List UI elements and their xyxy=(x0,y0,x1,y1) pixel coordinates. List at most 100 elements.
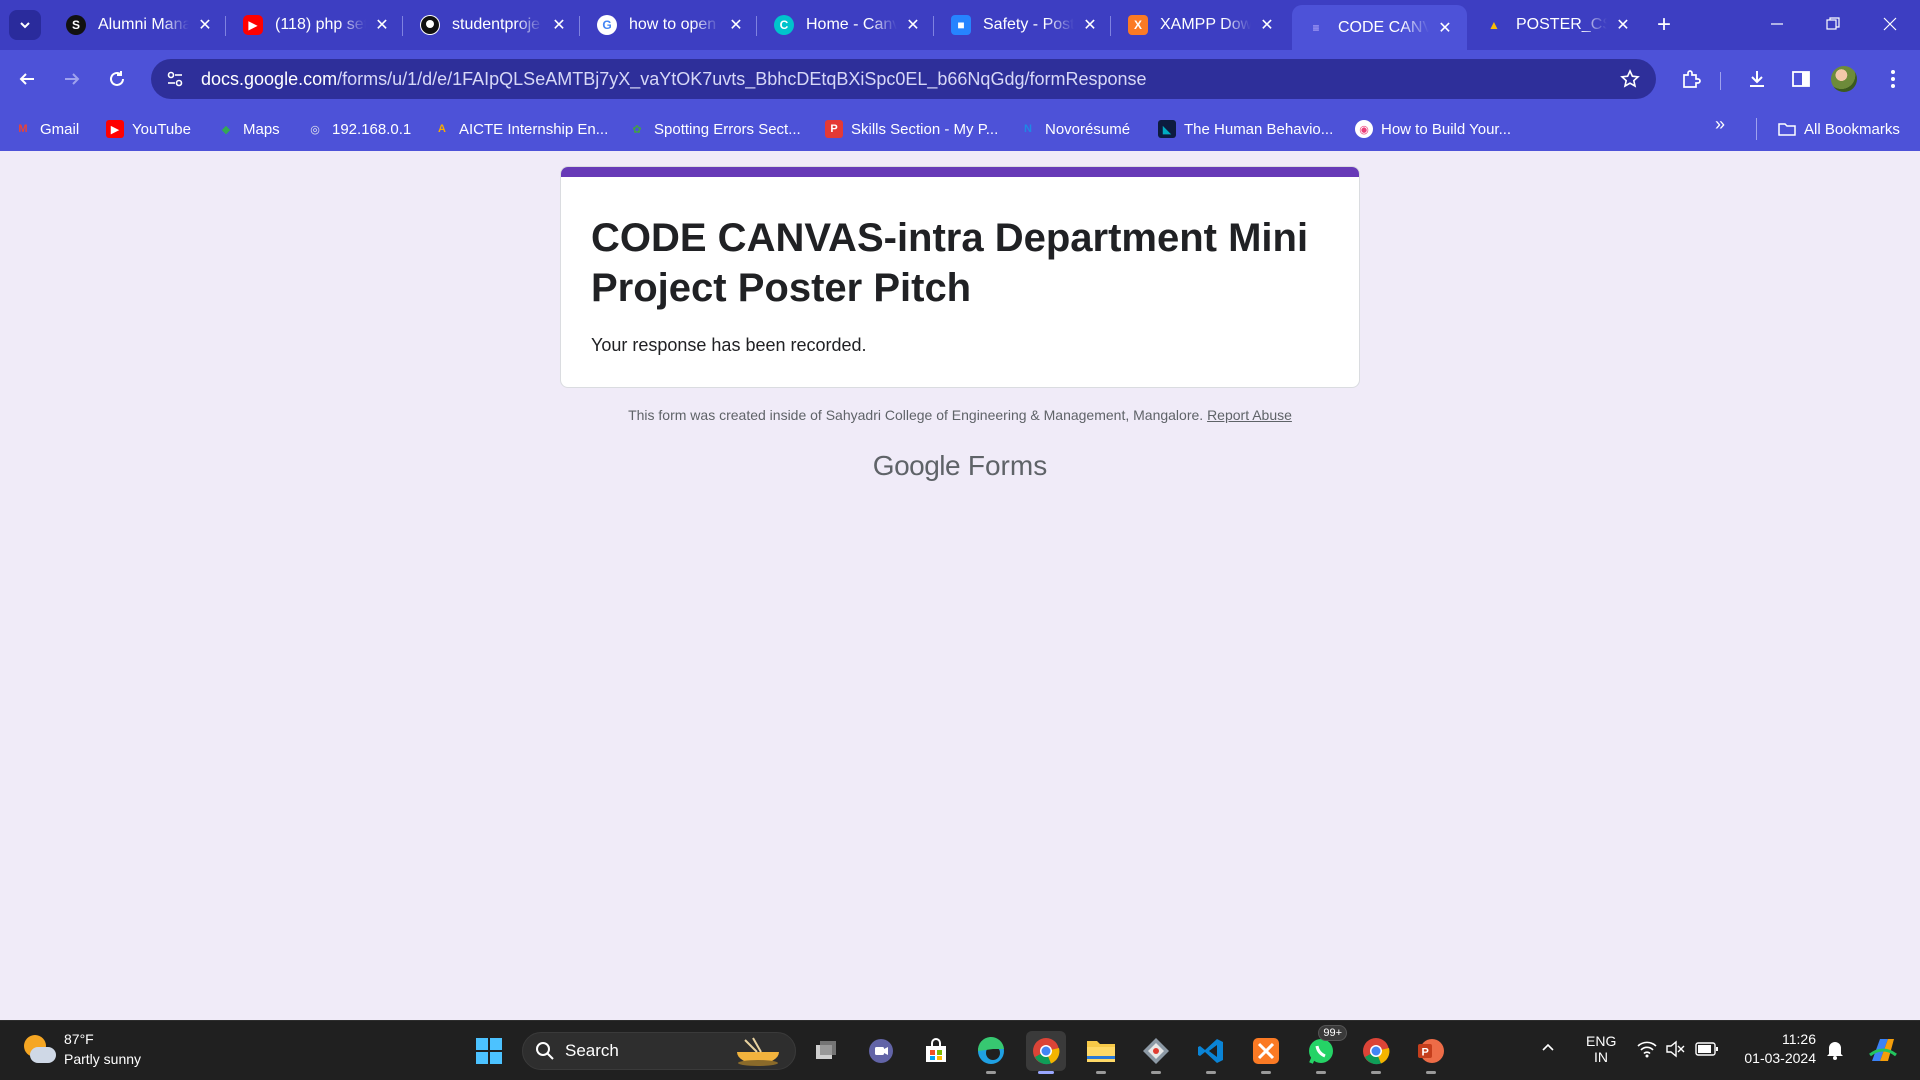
wifi-icon xyxy=(1637,1041,1657,1058)
gmail-icon: M xyxy=(18,123,28,135)
bookmark-novoresume[interactable]: N Novorésumé xyxy=(1019,116,1130,142)
chrome-profile-button[interactable] xyxy=(1356,1031,1396,1074)
language-indicator[interactable]: ENG IN xyxy=(1586,1033,1616,1065)
weather-condition[interactable]: Partly sunny xyxy=(64,1051,141,1067)
clock[interactable]: 11:26 01-03-2024 xyxy=(1736,1031,1816,1066)
copilot-button[interactable] xyxy=(1866,1035,1900,1068)
tab-safety-poster[interactable]: ■ Safety - Poste ✕ xyxy=(937,5,1112,45)
tab-separator xyxy=(756,16,757,36)
chrome-icon xyxy=(1033,1038,1060,1065)
tab-canva[interactable]: C Home - Canv ✕ xyxy=(760,5,935,45)
tab-youtube-php[interactable]: ▶ (118) php set ✕ xyxy=(229,5,404,45)
bookmark-gmail[interactable]: M Gmail xyxy=(14,116,79,142)
close-window-button[interactable] xyxy=(1870,8,1910,40)
maps-pin-icon: ◆ xyxy=(221,123,231,136)
volume-status[interactable] xyxy=(1665,1040,1685,1061)
bookmarks-overflow-button[interactable]: » xyxy=(1715,114,1725,135)
notification-badge: 99+ xyxy=(1318,1025,1347,1041)
all-bookmarks-button[interactable]: All Bookmarks xyxy=(1778,116,1900,142)
close-icon[interactable]: ✕ xyxy=(549,15,569,35)
weather-temperature[interactable]: 87°F xyxy=(64,1031,94,1047)
url-host: docs.google.com xyxy=(201,68,338,89)
bookmark-aicte[interactable]: A AICTE Internship En... xyxy=(433,116,608,142)
reload-button[interactable] xyxy=(100,62,134,96)
close-icon[interactable]: ✕ xyxy=(1257,15,1277,35)
bookmark-spotting-errors[interactable]: ✿ Spotting Errors Sect... xyxy=(628,116,800,142)
start-button[interactable] xyxy=(469,1031,509,1071)
copilot-icon xyxy=(1869,1039,1897,1061)
tab-title: CODE CANVA xyxy=(1338,18,1429,36)
close-icon[interactable]: ✕ xyxy=(195,15,215,35)
bookmark-router[interactable]: ◎ 192.168.0.1 xyxy=(306,116,411,142)
teams-chat-button[interactable] xyxy=(861,1031,901,1071)
bookmark-star-button[interactable] xyxy=(1618,67,1642,91)
bookmark-how-to-build[interactable]: ◉ How to Build Your... xyxy=(1355,116,1511,142)
new-tab-button[interactable]: + xyxy=(1650,10,1678,40)
git-gui-button[interactable] xyxy=(1136,1031,1176,1074)
report-abuse-link[interactable]: Report Abuse xyxy=(1207,407,1292,423)
search-highlight-noodles-icon xyxy=(737,1037,779,1066)
tab-alumni[interactable]: S Alumni Mana ✕ xyxy=(52,5,227,45)
tab-title: studentproje xyxy=(452,16,541,33)
downloads-button[interactable] xyxy=(1740,62,1774,96)
close-icon[interactable]: ✕ xyxy=(1435,18,1455,38)
restore-button[interactable] xyxy=(1813,8,1853,40)
bookmark-human-behavior[interactable]: ◣ The Human Behavio... xyxy=(1158,116,1333,142)
chevron-up-icon xyxy=(1542,1043,1554,1051)
tab-google-search[interactable]: G how to open ✕ xyxy=(583,5,758,45)
close-icon[interactable]: ✕ xyxy=(1613,15,1633,35)
battery-status[interactable] xyxy=(1695,1041,1719,1060)
notifications-button[interactable] xyxy=(1826,1040,1844,1063)
microsoft-store-button[interactable] xyxy=(916,1031,956,1071)
site-info-button[interactable] xyxy=(155,59,195,99)
chrome-button[interactable] xyxy=(1026,1031,1066,1074)
xampp-button[interactable] xyxy=(1246,1031,1286,1074)
address-bar[interactable]: docs.google.com/forms/u/1/d/e/1FAIpQLSeA… xyxy=(151,59,1656,99)
google-forms-logo[interactable]: Google Forms xyxy=(560,450,1360,482)
close-icon[interactable]: ✕ xyxy=(726,15,746,35)
tab-xampp[interactable]: X XAMPP Down ✕ xyxy=(1114,5,1289,45)
search-label: Search xyxy=(565,1041,619,1060)
close-icon[interactable]: ✕ xyxy=(903,15,923,35)
restore-icon xyxy=(1826,17,1840,30)
tab-search-button[interactable] xyxy=(9,10,41,40)
tab-drive-poster[interactable]: ▲ POSTER_CS4 ✕ xyxy=(1470,5,1645,45)
taskbar-search[interactable]: Search xyxy=(522,1032,796,1070)
bookmark-skills-section[interactable]: P Skills Section - My P... xyxy=(825,116,998,142)
extensions-button[interactable] xyxy=(1674,62,1708,96)
forward-button[interactable] xyxy=(55,62,89,96)
edge-button[interactable] xyxy=(971,1031,1011,1074)
form-accent-bar xyxy=(561,167,1359,177)
close-icon[interactable]: ✕ xyxy=(1080,15,1100,35)
clock-time: 11:26 xyxy=(1782,1031,1816,1047)
powerpoint-button[interactable]: P xyxy=(1411,1031,1451,1074)
tab-title: Home - Canv xyxy=(806,16,897,33)
bookmark-youtube[interactable]: ▶ YouTube xyxy=(106,116,191,142)
language-code: ENG xyxy=(1586,1033,1617,1049)
vscode-button[interactable] xyxy=(1191,1031,1231,1074)
weather-partly-sunny-icon[interactable] xyxy=(20,1033,56,1067)
triangle-logo-icon: ◣ xyxy=(1158,120,1176,138)
tab-github[interactable]: studentproje ✕ xyxy=(406,5,581,45)
back-button[interactable] xyxy=(10,62,44,96)
file-explorer-button[interactable] xyxy=(1081,1031,1121,1074)
whatsapp-button[interactable]: 99+ xyxy=(1301,1025,1347,1074)
task-view-button[interactable] xyxy=(806,1031,846,1071)
profile-avatar[interactable] xyxy=(1831,66,1857,92)
svg-text:P: P xyxy=(1422,1047,1429,1059)
arrow-left-icon xyxy=(19,73,34,85)
tab-separator xyxy=(933,16,934,36)
folder-icon xyxy=(1087,1041,1115,1062)
form-footer-note: This form was created inside of Sahyadri… xyxy=(560,407,1360,423)
show-hidden-icons-button[interactable] xyxy=(1540,1039,1556,1058)
video-chat-icon xyxy=(869,1039,893,1063)
side-panel-button[interactable] xyxy=(1784,62,1818,96)
tab-code-canvas[interactable]: ≡ CODE CANVA ✕ xyxy=(1292,5,1467,50)
bookmark-maps[interactable]: ◆ Maps xyxy=(217,116,280,142)
tab-title: Safety - Poste xyxy=(983,16,1074,33)
minimize-button[interactable] xyxy=(1757,8,1797,40)
browser-menu-button[interactable] xyxy=(1876,62,1910,96)
close-icon[interactable]: ✕ xyxy=(372,15,392,35)
network-status[interactable] xyxy=(1637,1040,1657,1061)
tab-separator xyxy=(402,16,403,36)
